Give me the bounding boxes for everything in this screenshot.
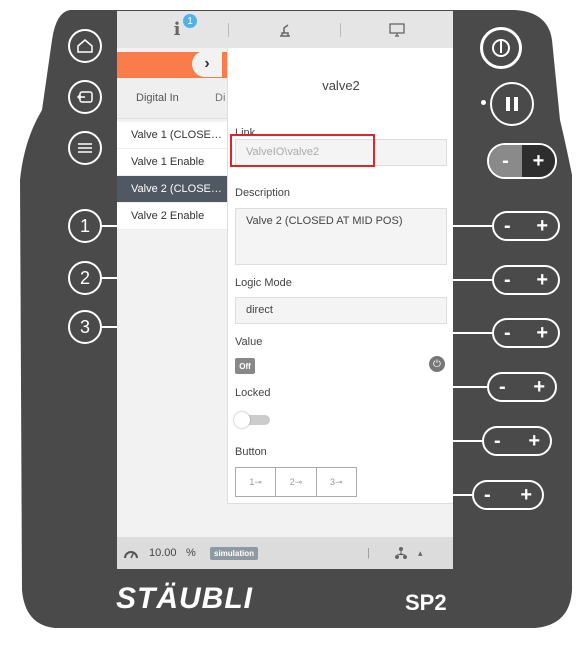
jog-4-plus[interactable]: + <box>533 376 545 399</box>
jog-4-minus[interactable]: - <box>499 376 506 399</box>
jog-1-plus[interactable]: + <box>536 215 548 238</box>
jog-axis-2[interactable]: - + <box>492 265 560 295</box>
side-button-2[interactable]: 2 <box>68 261 102 295</box>
io-list-pane: › Digital In Di Valve 1 (CLOSED ... Valv… <box>117 48 227 537</box>
status-bar: 10.00 % simulation | ▴ <box>117 537 453 569</box>
button-2[interactable]: 2 ⊸ <box>276 468 317 496</box>
back-icon <box>76 91 93 103</box>
jog-6-minus[interactable]: - <box>484 484 491 507</box>
speed-unit: % <box>186 547 196 559</box>
separator <box>340 23 341 37</box>
side-button-3[interactable]: 3 <box>68 310 102 344</box>
button-group: 1 ⊸ 2 ⊸ 3 ⊸ <box>235 467 357 497</box>
button-2-label: 2 <box>289 477 295 487</box>
jog-5-plus[interactable]: + <box>528 430 540 453</box>
button-1[interactable]: 1 ⊸ <box>236 468 277 496</box>
tab-digital-out[interactable]: Di <box>215 78 225 118</box>
chevron-right-icon: › <box>204 55 210 72</box>
side-button-3-label: 3 <box>79 316 90 337</box>
highlight-box <box>230 134 375 167</box>
button-3-label: 3 <box>330 477 336 487</box>
list-item[interactable]: Valve 1 Enable <box>117 149 227 176</box>
jog-1-minus[interactable]: - <box>504 215 511 238</box>
robot-arm-icon <box>280 23 290 37</box>
toggle-knob <box>234 412 250 428</box>
jog-2-minus[interactable]: - <box>504 269 511 292</box>
pause-button[interactable] <box>490 82 534 126</box>
top-bar: i 1 <box>117 11 453 49</box>
speed-plus-button[interactable]: + <box>522 145 555 177</box>
info-badge: 1 <box>183 14 197 28</box>
speed-value: 10.00 <box>149 547 177 559</box>
locked-label: Locked <box>235 387 271 399</box>
io-tabs: Digital In Di <box>117 78 227 119</box>
speedometer-icon <box>123 537 139 569</box>
monitor-icon <box>389 22 405 37</box>
description-field[interactable]: Valve 2 (CLOSED AT MID POS) <box>235 208 447 265</box>
speed-pill[interactable]: - + <box>487 143 557 179</box>
brand-logo: STÄUBLI <box>116 582 253 615</box>
separator <box>228 23 229 37</box>
model-label: SP2 <box>405 590 447 615</box>
jog-axis-4[interactable]: - + <box>487 372 557 402</box>
chevron-up-icon[interactable]: ▴ <box>418 537 423 569</box>
jog-axis-5[interactable]: - + <box>482 426 552 456</box>
menu-button[interactable] <box>68 131 102 165</box>
jog-axis-3[interactable]: - + <box>492 318 560 348</box>
info-icon: i <box>173 19 181 40</box>
io-list: Valve 1 (CLOSED ... Valve 1 Enable Valve… <box>117 122 227 230</box>
home-icon <box>77 39 93 53</box>
value-off-badge: Off <box>235 358 255 374</box>
description-label: Description <box>235 187 291 199</box>
detail-panel: valve2 Link ValveIO\valve2 Description V… <box>227 48 453 504</box>
side-button-1[interactable]: 1 <box>68 209 102 243</box>
monitor-button[interactable] <box>379 11 415 48</box>
logic-mode-field[interactable]: direct <box>235 297 447 324</box>
jog-5-minus[interactable]: - <box>494 430 501 453</box>
tab-digital-in[interactable]: Digital In <box>136 78 179 118</box>
pause-indicator-dot <box>481 100 486 105</box>
power-button[interactable] <box>480 27 522 69</box>
jog-6-plus[interactable]: + <box>520 484 532 507</box>
power-icon[interactable]: ⏻ <box>429 356 445 372</box>
jog-3-minus[interactable]: - <box>504 322 511 345</box>
side-button-1-label: 1 <box>79 215 90 236</box>
list-item[interactable]: Valve 2 Enable <box>117 203 227 230</box>
power-icon <box>492 39 510 57</box>
logic-mode-label: Logic Mode <box>235 277 292 289</box>
info-button[interactable]: i 1 <box>157 11 197 48</box>
jog-axis-1[interactable]: - + <box>492 211 560 241</box>
button-3[interactable]: 3 ⊸ <box>317 468 356 496</box>
speed-minus-button[interactable]: - <box>489 145 522 177</box>
value-label: Value <box>235 336 263 348</box>
mode-badge-wrap: simulation <box>210 537 259 569</box>
back-button[interactable] <box>68 80 102 114</box>
pause-icon <box>506 97 518 111</box>
collapse-button[interactable]: › <box>192 51 222 77</box>
menu-icon <box>78 143 92 153</box>
list-item-selected[interactable]: Valve 2 (CLOSED ... <box>117 176 227 203</box>
detail-title: valve2 <box>322 78 360 93</box>
jog-3-plus[interactable]: + <box>536 322 548 345</box>
status-separator: | <box>367 547 370 559</box>
list-item[interactable]: Valve 1 (CLOSED ... <box>117 122 227 149</box>
button-1-label: 1 <box>249 477 255 487</box>
simulation-badge: simulation <box>210 546 259 560</box>
robot-button[interactable] <box>267 11 303 48</box>
side-button-2-label: 2 <box>79 267 90 288</box>
screen: i 1 › Digital In Di Valve 1 (CLOSED ... … <box>117 11 453 569</box>
jog-axis-6[interactable]: - + <box>472 480 544 510</box>
locked-toggle[interactable] <box>234 412 270 428</box>
network-icon[interactable] <box>394 537 408 569</box>
jog-2-plus[interactable]: + <box>536 269 548 292</box>
button-label: Button <box>235 446 267 458</box>
home-button[interactable] <box>68 29 102 63</box>
